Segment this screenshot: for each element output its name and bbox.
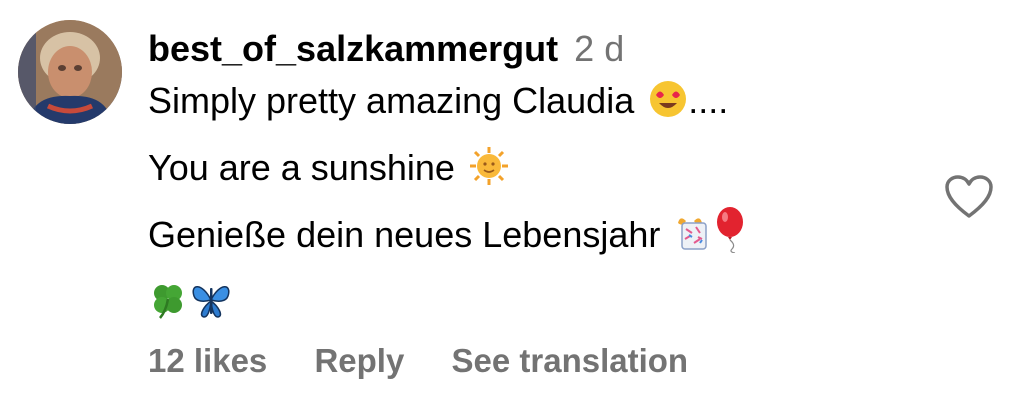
- comment-body: best_of_salzkammergut 2 d Simply pretty …: [148, 26, 908, 338]
- butterfly-emoji: [190, 277, 232, 338]
- avatar[interactable]: [18, 20, 122, 124]
- comment-line-2: You are a sunshine: [148, 137, 908, 204]
- comment-item: best_of_salzkammergut 2 d Simply pretty …: [0, 0, 1024, 415]
- comment-text-1: Simply pretty amazing Claudia: [148, 80, 635, 121]
- comment-header: best_of_salzkammergut 2 d: [148, 26, 908, 72]
- reply-button[interactable]: Reply: [314, 342, 404, 379]
- comment-line-1: Simply pretty amazing Claudia ....: [148, 70, 908, 137]
- comment-text-2: You are a sunshine: [148, 147, 455, 188]
- four-leaf-clover-emoji: [148, 277, 188, 338]
- heart-eyes-emoji: [648, 76, 688, 137]
- sun-face-emoji: [469, 143, 509, 204]
- balloon-emoji: [714, 207, 748, 271]
- comment-line-3: Genieße dein neues Lebensjahr: [148, 204, 908, 271]
- comment-ellipsis: ....: [688, 80, 729, 121]
- comment-text-3: Genieße dein neues Lebensjahr: [148, 214, 661, 255]
- likes-count[interactable]: 12 likes: [148, 342, 267, 379]
- heart-icon[interactable]: [944, 174, 994, 220]
- comment-line-4: [148, 271, 908, 338]
- timestamp[interactable]: 2 d: [574, 28, 624, 69]
- comment-actions: 12 likes Reply See translation: [148, 342, 726, 380]
- username-link[interactable]: best_of_salzkammergut: [148, 28, 558, 69]
- see-translation-button[interactable]: See translation: [452, 342, 689, 379]
- confetti-gift-emoji: [674, 210, 714, 271]
